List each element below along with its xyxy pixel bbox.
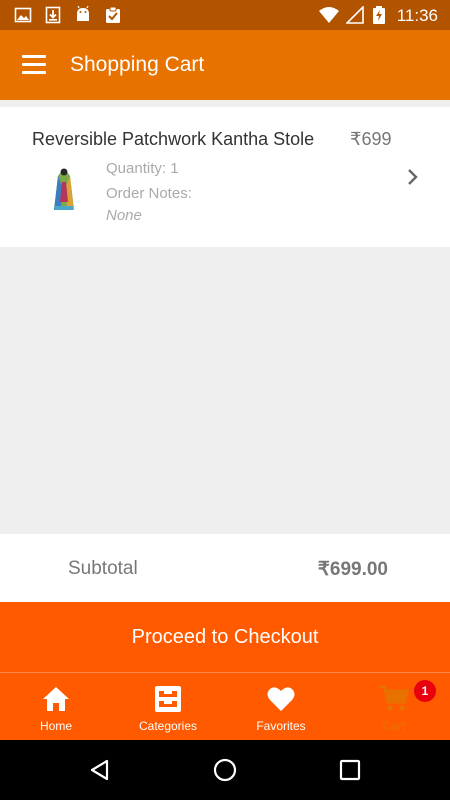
status-bar: 11:36 xyxy=(0,0,450,30)
nav-item-categories[interactable]: Categories xyxy=(112,673,224,741)
subtotal-bar: Subtotal ₹699.00 xyxy=(0,534,450,602)
order-notes-label: Order Notes: xyxy=(106,185,192,202)
nav-label-categories: Categories xyxy=(138,719,198,733)
clipboard-check-icon xyxy=(106,6,120,23)
wifi-icon xyxy=(319,7,339,23)
system-nav-bar xyxy=(0,740,450,800)
android-icon xyxy=(77,6,89,21)
subtotal-label: Subtotal xyxy=(68,558,138,579)
item-price: ₹699 xyxy=(350,129,392,149)
image-icon xyxy=(14,7,32,23)
item-name: Reversible Patchwork Kantha Stole xyxy=(32,129,315,149)
nav-label-favorites: Favorites xyxy=(256,719,306,733)
recents-icon[interactable] xyxy=(338,758,362,782)
categories-icon xyxy=(155,686,181,712)
home-icon xyxy=(43,687,69,711)
page-title: Shopping Cart xyxy=(70,53,205,76)
battery-charging-icon xyxy=(373,6,385,24)
app-bar: Shopping Cart xyxy=(0,30,450,100)
heart-icon xyxy=(267,687,295,711)
cart-icon xyxy=(380,685,409,711)
order-notes-value: None xyxy=(106,207,142,224)
hamburger-menu-icon[interactable] xyxy=(22,55,48,75)
proceed-to-checkout-button[interactable]: Proceed to Checkout xyxy=(0,602,450,672)
cart-item[interactable]: Reversible Patchwork Kantha Stole ₹699 Q… xyxy=(0,107,450,247)
status-time: 11:36 xyxy=(396,6,438,25)
nav-label-cart: Cart xyxy=(382,719,406,733)
nav-label-home: Home xyxy=(39,719,72,733)
download-icon xyxy=(45,6,61,24)
nav-item-cart[interactable]: 1 Cart xyxy=(338,673,450,741)
home-circle-icon[interactable] xyxy=(213,758,237,782)
product-thumbnail xyxy=(54,168,74,210)
chevron-right-icon[interactable] xyxy=(406,167,420,187)
nav-item-favorites[interactable]: Favorites xyxy=(225,673,337,741)
back-icon[interactable] xyxy=(88,758,112,782)
signal-icon xyxy=(346,6,364,24)
bottom-nav: Home Categories Favorites 1 Cart xyxy=(0,672,450,740)
subtotal-value: ₹699.00 xyxy=(317,559,388,580)
nav-item-home[interactable]: Home xyxy=(0,673,112,741)
item-quantity: Quantity: 1 xyxy=(106,160,179,177)
cart-count-badge: 1 xyxy=(414,680,436,702)
